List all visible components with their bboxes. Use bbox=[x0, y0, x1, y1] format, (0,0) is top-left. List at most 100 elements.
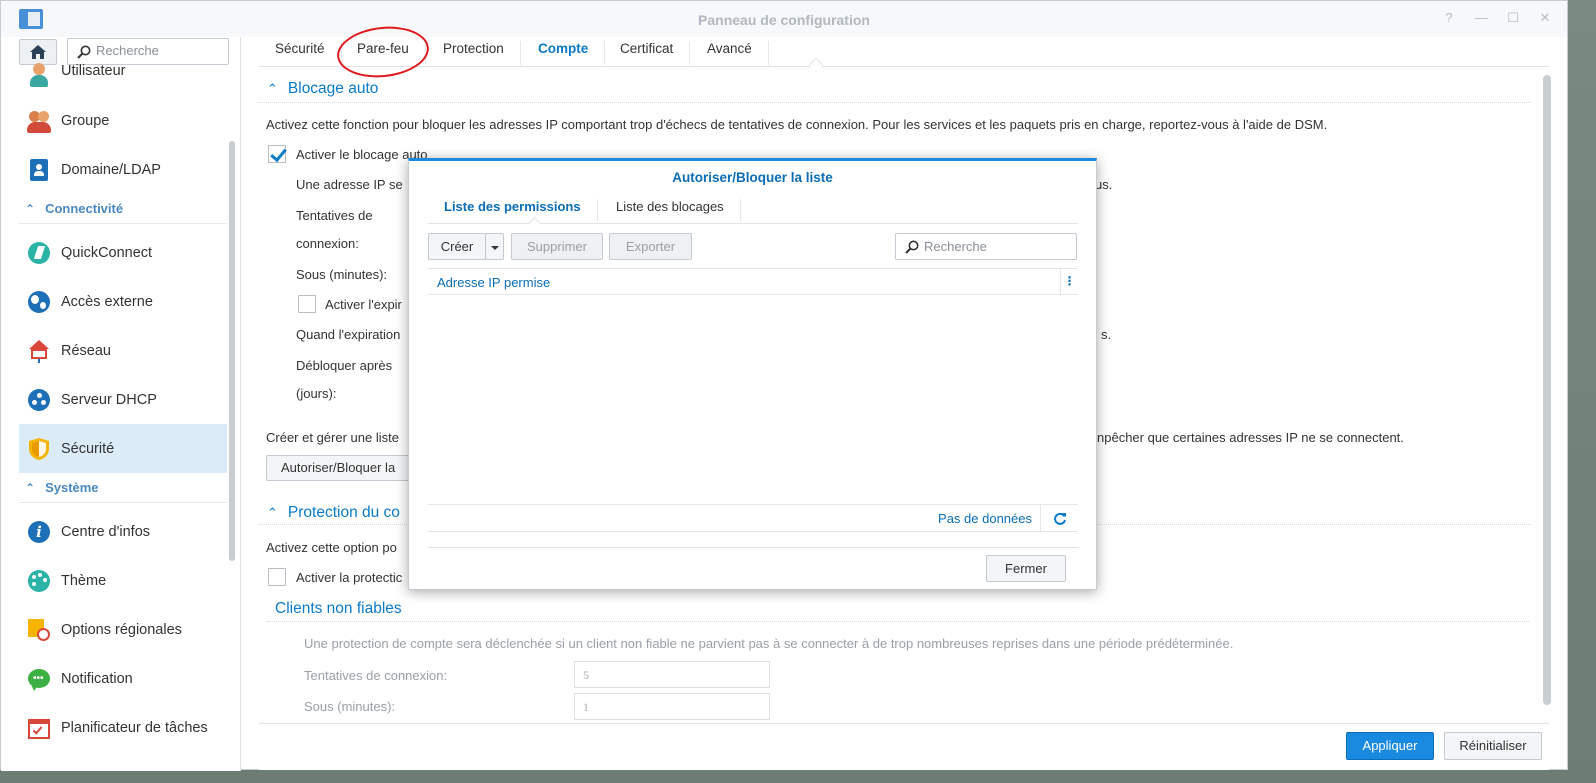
network-house-icon bbox=[27, 339, 51, 363]
active-tab-marker bbox=[808, 57, 824, 73]
sidebar-item-planificateur[interactable]: Planificateur de tâches bbox=[19, 703, 227, 752]
quickconnect-icon bbox=[27, 241, 51, 265]
no-data-text: Pas de données bbox=[938, 511, 1032, 526]
grid-footer: Pas de données bbox=[428, 504, 1078, 532]
tab-certificat[interactable]: Certificat bbox=[604, 41, 691, 65]
tab-securite[interactable]: Sécurité bbox=[259, 41, 342, 65]
export-button[interactable]: Exporter bbox=[609, 233, 692, 260]
maximize-icon[interactable]: ☐ bbox=[1507, 10, 1519, 26]
chevron-up-icon: ⌃ bbox=[25, 480, 36, 495]
globe-icon bbox=[27, 290, 51, 314]
tab-avance[interactable]: Avancé bbox=[691, 41, 769, 65]
control-panel-window: Panneau de configuration ? — ☐ ✕ Utilisa… bbox=[0, 0, 1568, 771]
within-minutes-label: Sous (minutes): bbox=[296, 267, 388, 282]
domain-icon bbox=[27, 158, 51, 182]
untrusted-within-field[interactable]: 1 bbox=[574, 693, 770, 720]
home-button[interactable] bbox=[19, 39, 57, 65]
sidebar-item-acces-externe[interactable]: Accès externe bbox=[19, 277, 227, 326]
create-dropdown-button[interactable] bbox=[485, 233, 504, 260]
tab-permissions[interactable]: Liste des permissions bbox=[428, 199, 598, 221]
when-expire-text-end: s. bbox=[1101, 327, 1112, 342]
refresh-icon bbox=[1054, 512, 1066, 525]
sidebar-item-centre-infos[interactable]: i Centre d'infos bbox=[19, 507, 227, 556]
sidebar-item-reseau[interactable]: Réseau bbox=[19, 326, 227, 375]
search-icon bbox=[77, 45, 91, 59]
tab-blocks[interactable]: Liste des blocages bbox=[600, 199, 741, 221]
tab-protection[interactable]: Protection bbox=[427, 41, 521, 65]
delete-button[interactable]: Supprimer bbox=[511, 233, 603, 260]
dialog-tab-bar: Liste des permissions Liste des blocages bbox=[428, 194, 1078, 230]
main-scrollbar[interactable] bbox=[1543, 75, 1551, 705]
section-divider bbox=[267, 621, 1529, 622]
chevron-up-icon: ⌃ bbox=[267, 81, 278, 96]
footer-bar: Appliquer Réinitialiser bbox=[259, 723, 1549, 770]
section-blocage-auto[interactable]: ⌃ Blocage auto bbox=[267, 80, 378, 98]
autoblock-description: Activez cette fonction pour bloquer les … bbox=[266, 117, 1328, 132]
allow-block-list-button[interactable]: Autoriser/Bloquer la bbox=[266, 455, 426, 481]
sidebar-section-connectivity[interactable]: ⌃ Connectivité bbox=[19, 194, 227, 224]
minimize-icon[interactable]: — bbox=[1475, 10, 1488, 26]
autoblock-rule-text-end: us. bbox=[1095, 177, 1113, 192]
autoblock-enable-checkbox[interactable] bbox=[268, 145, 286, 163]
help-icon[interactable]: ? bbox=[1443, 10, 1455, 26]
sidebar-search-input[interactable] bbox=[96, 43, 224, 58]
sidebar: Utilisateur Groupe Domaine/LDAP bbox=[1, 37, 241, 771]
apply-button[interactable]: Appliquer bbox=[1346, 732, 1434, 760]
sidebar-search[interactable] bbox=[67, 38, 229, 65]
sidebar-item-options-regionales[interactable]: Options régionales bbox=[19, 605, 227, 654]
sidebar-item-quickconnect[interactable]: QuickConnect bbox=[19, 228, 227, 277]
info-icon: i bbox=[27, 520, 51, 544]
sidebar-section-system[interactable]: ⌃ Système bbox=[19, 473, 227, 503]
sidebar-item-utilisateur[interactable]: Utilisateur bbox=[19, 63, 227, 96]
permissions-grid: Adresse IP permise ⋮ Pas de données bbox=[428, 268, 1078, 532]
untrusted-attempts-field[interactable]: 5 bbox=[574, 661, 770, 688]
expire-checkbox[interactable] bbox=[298, 295, 316, 313]
palette-icon bbox=[27, 569, 51, 593]
when-expire-text: Quand l'expiration bbox=[296, 327, 401, 342]
sidebar-item-theme[interactable]: Thème bbox=[19, 556, 227, 605]
account-protection-checkbox[interactable] bbox=[268, 568, 286, 586]
chevron-up-icon: ⌃ bbox=[25, 201, 36, 216]
close-icon[interactable]: ✕ bbox=[1539, 10, 1551, 26]
unblock-after-label-2: (jours): bbox=[296, 386, 337, 401]
refresh-button[interactable] bbox=[1040, 505, 1078, 531]
column-menu-icon[interactable]: ⋮ bbox=[1060, 269, 1078, 295]
section-account-protection[interactable]: ⌃ Protection du co bbox=[267, 504, 400, 522]
unblock-after-label: Débloquer après bbox=[296, 358, 393, 373]
dialog-title: Autoriser/Bloquer la liste bbox=[672, 170, 833, 185]
column-allowed-ip[interactable]: Adresse IP permise bbox=[437, 275, 550, 290]
dialog-search-input[interactable] bbox=[924, 239, 1072, 254]
home-icon bbox=[30, 45, 46, 59]
manage-list-text-end: npêcher que certaines adresses IP ne se … bbox=[1097, 430, 1404, 445]
untrusted-within-label: Sous (minutes): bbox=[304, 699, 396, 714]
regional-icon bbox=[27, 618, 51, 642]
sidebar-scrollbar[interactable] bbox=[229, 141, 235, 561]
create-button[interactable]: Créer bbox=[428, 233, 486, 260]
expire-label: Activer l'expir bbox=[325, 297, 402, 312]
sidebar-item-domaine-ldap[interactable]: Domaine/LDAP bbox=[19, 145, 227, 194]
sidebar-item-groupe[interactable]: Groupe bbox=[19, 96, 227, 145]
untrusted-description: Une protection de compte sera déclenchée… bbox=[304, 636, 1234, 651]
sidebar-item-serveur-dhcp[interactable]: Serveur DHCP bbox=[19, 375, 227, 424]
account-protection-description: Activez cette option po bbox=[266, 540, 397, 555]
dialog-search[interactable] bbox=[895, 233, 1077, 260]
title-bar: Panneau de configuration ? — ☐ ✕ bbox=[1, 1, 1567, 37]
sidebar-item-securite[interactable]: Sécurité bbox=[19, 424, 227, 473]
tab-bar: Sécurité Pare-feu Protection Compte Cert… bbox=[259, 37, 1549, 73]
close-button[interactable]: Fermer bbox=[986, 555, 1066, 582]
dialog-separator bbox=[428, 547, 1078, 548]
chevron-up-icon: ⌃ bbox=[267, 505, 278, 520]
manage-list-text: Créer et gérer une liste bbox=[266, 430, 399, 445]
tab-compte[interactable]: Compte bbox=[522, 41, 606, 65]
section-untrusted-clients: Clients non fiables bbox=[275, 600, 402, 617]
untrusted-attempts-label: Tentatives de connexion: bbox=[304, 668, 448, 683]
dhcp-icon bbox=[27, 388, 51, 412]
user-icon bbox=[27, 63, 51, 87]
calendar-check-icon bbox=[27, 716, 51, 740]
reset-button[interactable]: Réinitialiser bbox=[1444, 732, 1542, 760]
search-icon bbox=[905, 240, 919, 254]
window-title: Panneau de configuration bbox=[698, 12, 870, 28]
sidebar-item-notification[interactable]: ••• Notification bbox=[19, 654, 227, 703]
chat-icon: ••• bbox=[27, 667, 51, 691]
account-protection-label: Activer la protectic bbox=[296, 570, 403, 585]
